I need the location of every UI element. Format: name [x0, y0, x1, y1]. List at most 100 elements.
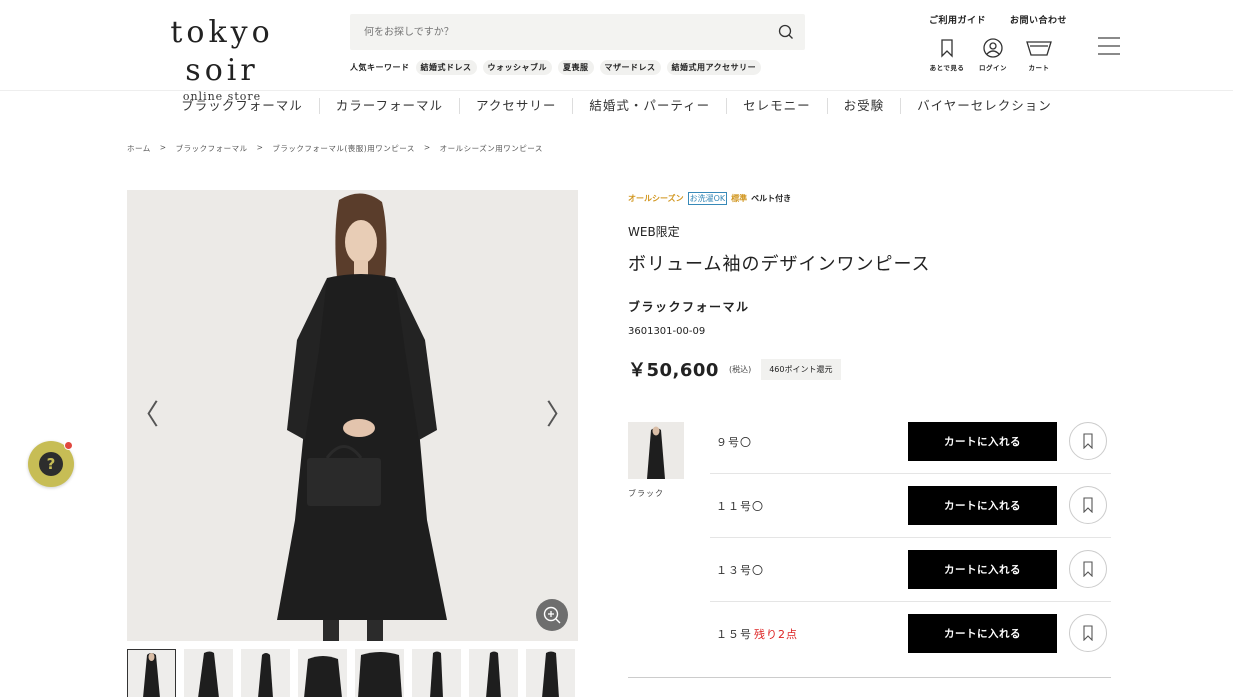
section-divider	[628, 677, 1111, 678]
variant-image	[628, 422, 684, 479]
thumbnail-image	[430, 651, 443, 697]
nav-item-accessory[interactable]: アクセサリー	[458, 98, 572, 114]
bookmark-icon	[941, 39, 953, 58]
color-variant-thumbnail[interactable]	[628, 422, 684, 479]
keyword-tag[interactable]: マザードレス	[599, 60, 661, 75]
thumbnail[interactable]	[526, 649, 575, 697]
header-icons: あとで見る ログイン カート	[924, 38, 1062, 72]
thumbnail-image	[198, 651, 219, 697]
search-input[interactable]	[350, 14, 770, 50]
color-name: ブラック	[628, 489, 664, 498]
nav-item-buyer-selection[interactable]: バイヤーセレクション	[900, 98, 1068, 114]
product-tags: オールシーズン お洗濯OK 標準 ベルト付き	[628, 192, 791, 205]
keyword-tag[interactable]: 結婚式ドレス	[415, 60, 477, 75]
product-category[interactable]: ブラックフォーマル	[628, 298, 750, 315]
logo-text: tokyo soir	[170, 15, 274, 88]
size-row: １１号〇 カートに入れる	[710, 474, 1111, 538]
thumbnail[interactable]	[469, 649, 518, 697]
bookmark-button[interactable]: あとで見る	[924, 38, 970, 72]
login-button[interactable]: ログイン	[970, 38, 1016, 72]
keyword-tag[interactable]: ウォッシャブル	[482, 60, 552, 75]
model-photo	[127, 190, 578, 641]
add-to-cart-button[interactable]: カートに入れる	[908, 486, 1057, 525]
guide-link[interactable]: ご利用ガイド	[929, 13, 986, 26]
header-divider	[0, 90, 1233, 91]
cart-icon	[1026, 41, 1052, 56]
nav-item-black-formal[interactable]: ブラックフォーマル	[165, 98, 319, 114]
size-list: ９号〇 カートに入れる １１号〇 カートに入れる １３号〇 カートに入れる １５…	[710, 410, 1111, 666]
favorite-button[interactable]	[1069, 422, 1107, 460]
popular-keywords: 人気キーワード 結婚式ドレス ウォッシャブル 夏喪服 マザードレス 結婚式用アク…	[350, 60, 762, 75]
bookmark-icon	[1083, 561, 1093, 577]
product-main-image[interactable]: 〈 〉	[127, 190, 578, 641]
breadcrumb-black-formal[interactable]: ブラックフォーマル	[176, 143, 248, 154]
thumbnail[interactable]	[184, 649, 233, 697]
nav-item-exam[interactable]: お受験	[826, 98, 901, 114]
zoom-in-icon	[543, 606, 561, 624]
thumbnail[interactable]	[355, 649, 404, 697]
cart-button[interactable]: カート	[1016, 38, 1062, 72]
breadcrumb-allseason: オールシーズン用ワンピース	[439, 144, 543, 153]
size-name: １１号〇	[716, 500, 764, 513]
favorite-button[interactable]	[1069, 550, 1107, 588]
search-box	[350, 14, 805, 50]
stock-remaining: 残り2点	[754, 628, 798, 641]
breadcrumb-separator: >	[256, 143, 264, 152]
tag-standard: 標準	[731, 194, 748, 203]
breadcrumb-separator: >	[423, 143, 431, 152]
favorite-button[interactable]	[1069, 486, 1107, 524]
thumbnail[interactable]	[298, 649, 347, 697]
size-label: ９号〇	[716, 434, 752, 450]
thumbnail-image	[258, 653, 273, 697]
nav-item-ceremony[interactable]: セレモニー	[726, 98, 827, 114]
bookmark-icon	[1083, 433, 1093, 449]
product-price: ￥50,600	[628, 360, 719, 381]
thumbnail-image	[304, 656, 342, 697]
add-to-cart-button[interactable]: カートに入れる	[908, 550, 1057, 589]
points-badge: 460ポイント還元	[761, 358, 841, 380]
global-nav: ブラックフォーマル カラーフォーマル アクセサリー 結婚式・パーティー セレモニ…	[0, 98, 1233, 114]
size-row: １５号 残り2点 カートに入れる	[710, 602, 1111, 666]
web-only-label: WEB限定	[628, 225, 680, 239]
next-image-arrow[interactable]: 〉	[546, 400, 574, 430]
top-links: ご利用ガイド お問い合わせ	[929, 13, 1067, 26]
thumbnail-image	[486, 651, 501, 697]
add-to-cart-button[interactable]: カートに入れる	[908, 614, 1057, 653]
prev-image-arrow[interactable]: 〈	[131, 400, 159, 430]
thumbnail[interactable]	[412, 649, 461, 697]
keyword-tag[interactable]: 夏喪服	[558, 60, 594, 75]
size-label: １３号〇	[716, 562, 764, 578]
thumbnail[interactable]	[241, 649, 290, 697]
price-row: ￥50,600 (税込) 460ポイント還元	[628, 356, 841, 382]
help-button[interactable]: ?	[28, 441, 74, 487]
breadcrumb-home[interactable]: ホーム	[127, 143, 151, 154]
breadcrumb: ホーム > ブラックフォーマル > ブラックフォーマル(喪服)用ワンピース > …	[127, 143, 543, 154]
zoom-button[interactable]	[536, 599, 568, 631]
bookmark-label: あとで見る	[929, 64, 965, 72]
question-icon: ?	[39, 452, 63, 476]
thumbnail[interactable]	[127, 649, 176, 697]
keyword-tag[interactable]: 結婚式用アクセサリー	[666, 60, 762, 75]
size-name: １３号〇	[716, 564, 764, 577]
nav-item-color-formal[interactable]: カラーフォーマル	[318, 98, 459, 114]
size-row: １３号〇 カートに入れる	[710, 538, 1111, 602]
contact-link[interactable]: お問い合わせ	[1010, 13, 1067, 26]
thumbnail-image	[358, 652, 402, 697]
favorite-button[interactable]	[1069, 614, 1107, 652]
keywords-label: 人気キーワード	[350, 63, 410, 72]
tag-belt: ベルト付き	[751, 194, 792, 203]
nav-item-wedding-party[interactable]: 結婚式・パーティー	[572, 98, 726, 114]
breadcrumb-separator: >	[159, 143, 167, 152]
bookmark-icon	[1083, 625, 1093, 641]
tag-season: オールシーズン	[628, 194, 684, 203]
breadcrumb-onepiece[interactable]: ブラックフォーマル(喪服)用ワンピース	[272, 143, 414, 154]
hamburger-menu-icon[interactable]	[1097, 35, 1121, 57]
size-name: ９号〇	[716, 436, 752, 449]
size-row: ９号〇 カートに入れる	[710, 410, 1111, 474]
search-icon[interactable]	[777, 23, 795, 41]
tag-washable: お洗濯OK	[687, 192, 728, 205]
add-to-cart-button[interactable]: カートに入れる	[908, 422, 1057, 461]
size-name: １５号	[716, 628, 752, 641]
cart-label: カート	[1028, 64, 1050, 72]
thumbnail-image	[542, 651, 559, 697]
